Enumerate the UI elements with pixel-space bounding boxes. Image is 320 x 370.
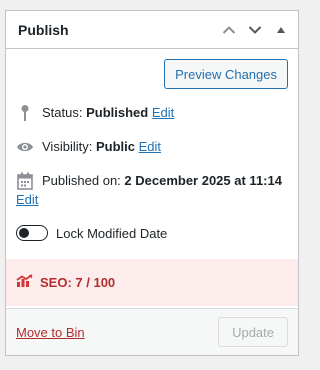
toggle-panel-button[interactable] bbox=[268, 17, 294, 43]
published-edit-row: Edit bbox=[16, 191, 288, 209]
move-up-button[interactable] bbox=[216, 17, 242, 43]
eye-icon bbox=[16, 137, 34, 157]
toggle-knob bbox=[19, 227, 29, 238]
major-publishing-actions: Move to Bin Update bbox=[6, 308, 298, 355]
published-date-row: Published on: 2 December 2025 at 11:14 bbox=[16, 171, 288, 191]
pin-icon bbox=[16, 103, 34, 123]
status-value: Published bbox=[86, 105, 149, 120]
status-label: Status: bbox=[42, 105, 83, 120]
preview-action: Preview Changes bbox=[6, 49, 298, 89]
edit-visibility-link[interactable]: Edit bbox=[139, 139, 161, 154]
edit-date-link[interactable]: Edit bbox=[16, 192, 38, 207]
panel-controls bbox=[216, 17, 298, 43]
lock-modified-date-label: Lock Modified Date bbox=[56, 225, 168, 241]
visibility-text: Visibility: Public Edit bbox=[42, 137, 161, 157]
calendar-icon bbox=[16, 171, 34, 191]
published-value: 2 December 2025 at 11:14 bbox=[124, 173, 282, 188]
seo-score-text: SEO: 7 / 100 bbox=[40, 275, 116, 290]
panel-title: Publish bbox=[18, 21, 69, 38]
lock-modified-date-row: Lock Modified Date bbox=[6, 225, 298, 241]
move-down-button[interactable] bbox=[242, 17, 268, 43]
chevron-down-icon bbox=[248, 25, 262, 34]
move-to-bin-link[interactable]: Move to Bin bbox=[16, 325, 85, 340]
edit-status-link[interactable]: Edit bbox=[152, 105, 174, 120]
published-text: Published on: 2 December 2025 at 11:14 bbox=[42, 171, 282, 191]
publish-panel: Publish Preview Changes Status: Publishe… bbox=[5, 10, 299, 356]
published-label: Published on: bbox=[42, 173, 121, 188]
lock-modified-date-toggle[interactable] bbox=[16, 225, 48, 241]
misc-publishing-actions: Status: Published Edit Visibility: Publi… bbox=[6, 103, 298, 209]
collapse-triangle-icon bbox=[277, 26, 285, 33]
status-text: Status: Published Edit bbox=[42, 103, 174, 123]
status-row: Status: Published Edit bbox=[16, 103, 288, 123]
seo-chart-icon bbox=[16, 274, 34, 291]
visibility-value: Public bbox=[95, 139, 135, 154]
seo-score-bar: SEO: 7 / 100 bbox=[6, 259, 298, 306]
chevron-up-icon bbox=[222, 25, 236, 34]
visibility-label: Visibility: bbox=[42, 139, 93, 154]
update-button[interactable]: Update bbox=[218, 317, 288, 347]
preview-changes-button[interactable]: Preview Changes bbox=[164, 59, 288, 89]
visibility-row: Visibility: Public Edit bbox=[16, 137, 288, 157]
panel-header: Publish bbox=[6, 11, 298, 49]
